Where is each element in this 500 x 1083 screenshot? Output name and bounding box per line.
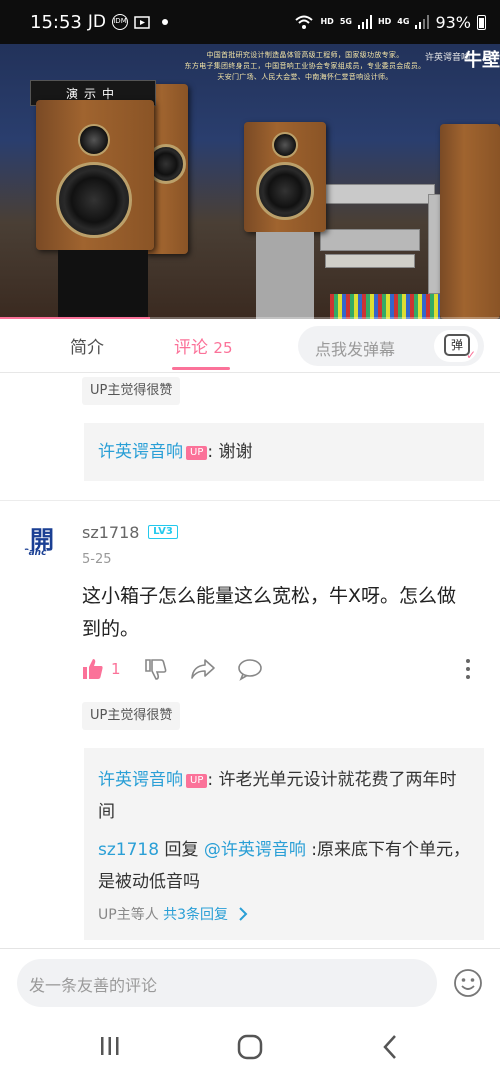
user-level-badge: LV3 bbox=[148, 525, 178, 539]
speaker-stand-right bbox=[256, 232, 314, 319]
tab-bar: 简介 评论 25 点我发弹幕 弹 ✓ bbox=[0, 319, 500, 373]
reply-line: 许英谔音响 UP: 谢谢 bbox=[98, 438, 470, 466]
idm-icon: IDM bbox=[111, 14, 128, 30]
comment-bar: 发一条友善的评论 bbox=[0, 948, 500, 1018]
main-speaker-right-woofer bbox=[256, 162, 314, 220]
signal-icon-1 bbox=[357, 15, 372, 29]
video-player[interactable]: 中国首批研究设计制造晶体管高级工程师，国家级功放专家。 东方电子集团终身员工，中… bbox=[0, 44, 500, 319]
hd-label-2: HD bbox=[377, 17, 392, 26]
up-liked-badge-2: UP主觉得很赞 bbox=[82, 702, 181, 730]
reply-1-author[interactable]: 许英谔音响 bbox=[98, 770, 183, 790]
reply-2[interactable]: sz1718 回复 @许英谔音响 :原来底下有个单元，是被动低音吗 bbox=[98, 834, 470, 898]
4g-label: 4G bbox=[397, 17, 410, 26]
battery-percent: 93% bbox=[435, 12, 471, 32]
thumbs-down-icon bbox=[145, 659, 167, 680]
comment-bubble-icon bbox=[238, 659, 262, 681]
more-replies-link[interactable]: UP主等人 共3条回复 bbox=[98, 904, 470, 924]
avatar-sub: Canc bbox=[22, 548, 47, 558]
comment-input[interactable]: 发一条友善的评论 bbox=[17, 959, 437, 1007]
background-speaker-right bbox=[440, 124, 500, 319]
video-corner-text: 牛壁 bbox=[464, 50, 500, 71]
danmaku-settings-button[interactable]: 弹 ✓ bbox=[434, 330, 478, 362]
more-options-button[interactable] bbox=[464, 656, 472, 682]
reply-box[interactable]: 许英谔音响 UP: 谢谢 bbox=[84, 423, 484, 481]
up-liked-badge: UP主觉得很赞 bbox=[82, 377, 181, 405]
reply-2-author[interactable]: sz1718 bbox=[98, 840, 159, 860]
battery-icon bbox=[477, 14, 486, 30]
reply-2-mention[interactable]: @许英谔音响 bbox=[204, 840, 306, 860]
share-button[interactable] bbox=[190, 656, 216, 682]
replies-box[interactable]: 许英谔音响 UP: 许老光单元设计就花费了两年时间 sz1718 回复 @许英谔音… bbox=[84, 748, 484, 940]
media-icon bbox=[134, 16, 150, 29]
tab-intro[interactable]: 简介 bbox=[70, 333, 104, 358]
reply-button[interactable] bbox=[237, 656, 263, 682]
amplifier-unit-2 bbox=[320, 229, 420, 251]
comment-divider bbox=[0, 500, 500, 501]
main-speaker-right-tweeter bbox=[272, 132, 298, 158]
reply-1[interactable]: 许英谔音响 UP: 许老光单元设计就花费了两年时间 bbox=[98, 764, 470, 828]
recent-apps-icon bbox=[101, 1037, 119, 1055]
comment-placeholder: 发一条友善的评论 bbox=[29, 976, 158, 995]
tab-comments[interactable]: 评论 25 bbox=[174, 333, 233, 358]
hd-label-1: HD bbox=[320, 17, 334, 26]
emoji-icon bbox=[454, 969, 482, 997]
reply-2-verb: 回复 bbox=[159, 840, 204, 860]
danmaku-input[interactable]: 点我发弹幕 弹 ✓ bbox=[298, 326, 484, 366]
chevron-right-icon bbox=[238, 907, 247, 921]
wifi-icon bbox=[295, 15, 314, 29]
like-button[interactable]: 1 bbox=[81, 656, 121, 682]
status-bar: 15:53 JD IDM HD 5G HD 4G 93% bbox=[0, 0, 500, 44]
up-tag: UP bbox=[186, 446, 208, 460]
speaker-stand-left bbox=[58, 250, 148, 319]
comment-date: 5-25 bbox=[82, 552, 112, 567]
dislike-button[interactable] bbox=[144, 656, 168, 682]
emoji-button[interactable] bbox=[453, 968, 483, 1002]
tab-active-indicator bbox=[172, 367, 230, 370]
banner-line-3: 天安门广场、人民大会堂、中南海怀仁堂音响设计师。 bbox=[217, 73, 393, 81]
comment-text[interactable]: 这小箱子怎么能量这么宽松，牛X呀。怎么做到的。 bbox=[82, 580, 472, 646]
reply-text: : 谢谢 bbox=[207, 442, 253, 462]
back-icon bbox=[383, 1035, 396, 1059]
danmaku-check-icon: ✓ bbox=[465, 348, 476, 362]
carrier-label: JD bbox=[87, 12, 106, 32]
like-count: 1 bbox=[111, 660, 121, 678]
main-speaker-left-tweeter bbox=[78, 124, 110, 156]
recent-apps-button[interactable] bbox=[98, 1034, 122, 1062]
comment-username[interactable]: sz1718 bbox=[82, 523, 139, 542]
video-banner: 中国首批研究设计制造晶体管高级工程师，国家级功放专家。 东方电子集团终身员工，中… bbox=[150, 50, 460, 83]
back-button[interactable] bbox=[380, 1034, 400, 1064]
5g-label: 5G bbox=[339, 17, 352, 26]
reply-author[interactable]: 许英谔音响 bbox=[98, 442, 183, 462]
status-right: HD 5G HD 4G 93% bbox=[294, 13, 486, 32]
home-icon bbox=[237, 1034, 263, 1060]
tab-comments-count: 25 bbox=[213, 339, 233, 357]
tab-comments-label: 评论 bbox=[174, 338, 208, 358]
avatar[interactable]: 開 Canc bbox=[22, 518, 64, 560]
more-vertical-icon bbox=[466, 659, 470, 679]
amplifier-unit-1 bbox=[320, 184, 435, 204]
status-time: 15:53 bbox=[30, 11, 82, 33]
amplifier-unit-3 bbox=[325, 254, 415, 268]
banner-line-2: 东方电子集团终身员工，中国音响工业协会专家组成员，专业委员会成员。 bbox=[184, 62, 426, 70]
more-replies-count: 共3条回复 bbox=[163, 907, 229, 923]
home-button[interactable] bbox=[237, 1034, 263, 1064]
danmaku-placeholder: 点我发弹幕 bbox=[315, 340, 396, 359]
main-speaker-left-woofer bbox=[56, 162, 132, 238]
status-left: 15:53 JD IDM bbox=[30, 12, 168, 33]
reply-1-up-tag: UP bbox=[186, 774, 208, 788]
banner-line-1: 中国首批研究设计制造晶体管高级工程师，国家级功放专家。 bbox=[206, 51, 404, 59]
cd-shelf bbox=[330, 294, 440, 319]
system-nav-bar bbox=[0, 1018, 500, 1083]
share-icon bbox=[191, 659, 215, 679]
more-replies-prefix: UP主等人 bbox=[98, 907, 164, 923]
signal-icon-2 bbox=[415, 15, 430, 29]
thumbs-up-icon bbox=[83, 659, 103, 679]
notification-dot-icon bbox=[161, 19, 168, 25]
